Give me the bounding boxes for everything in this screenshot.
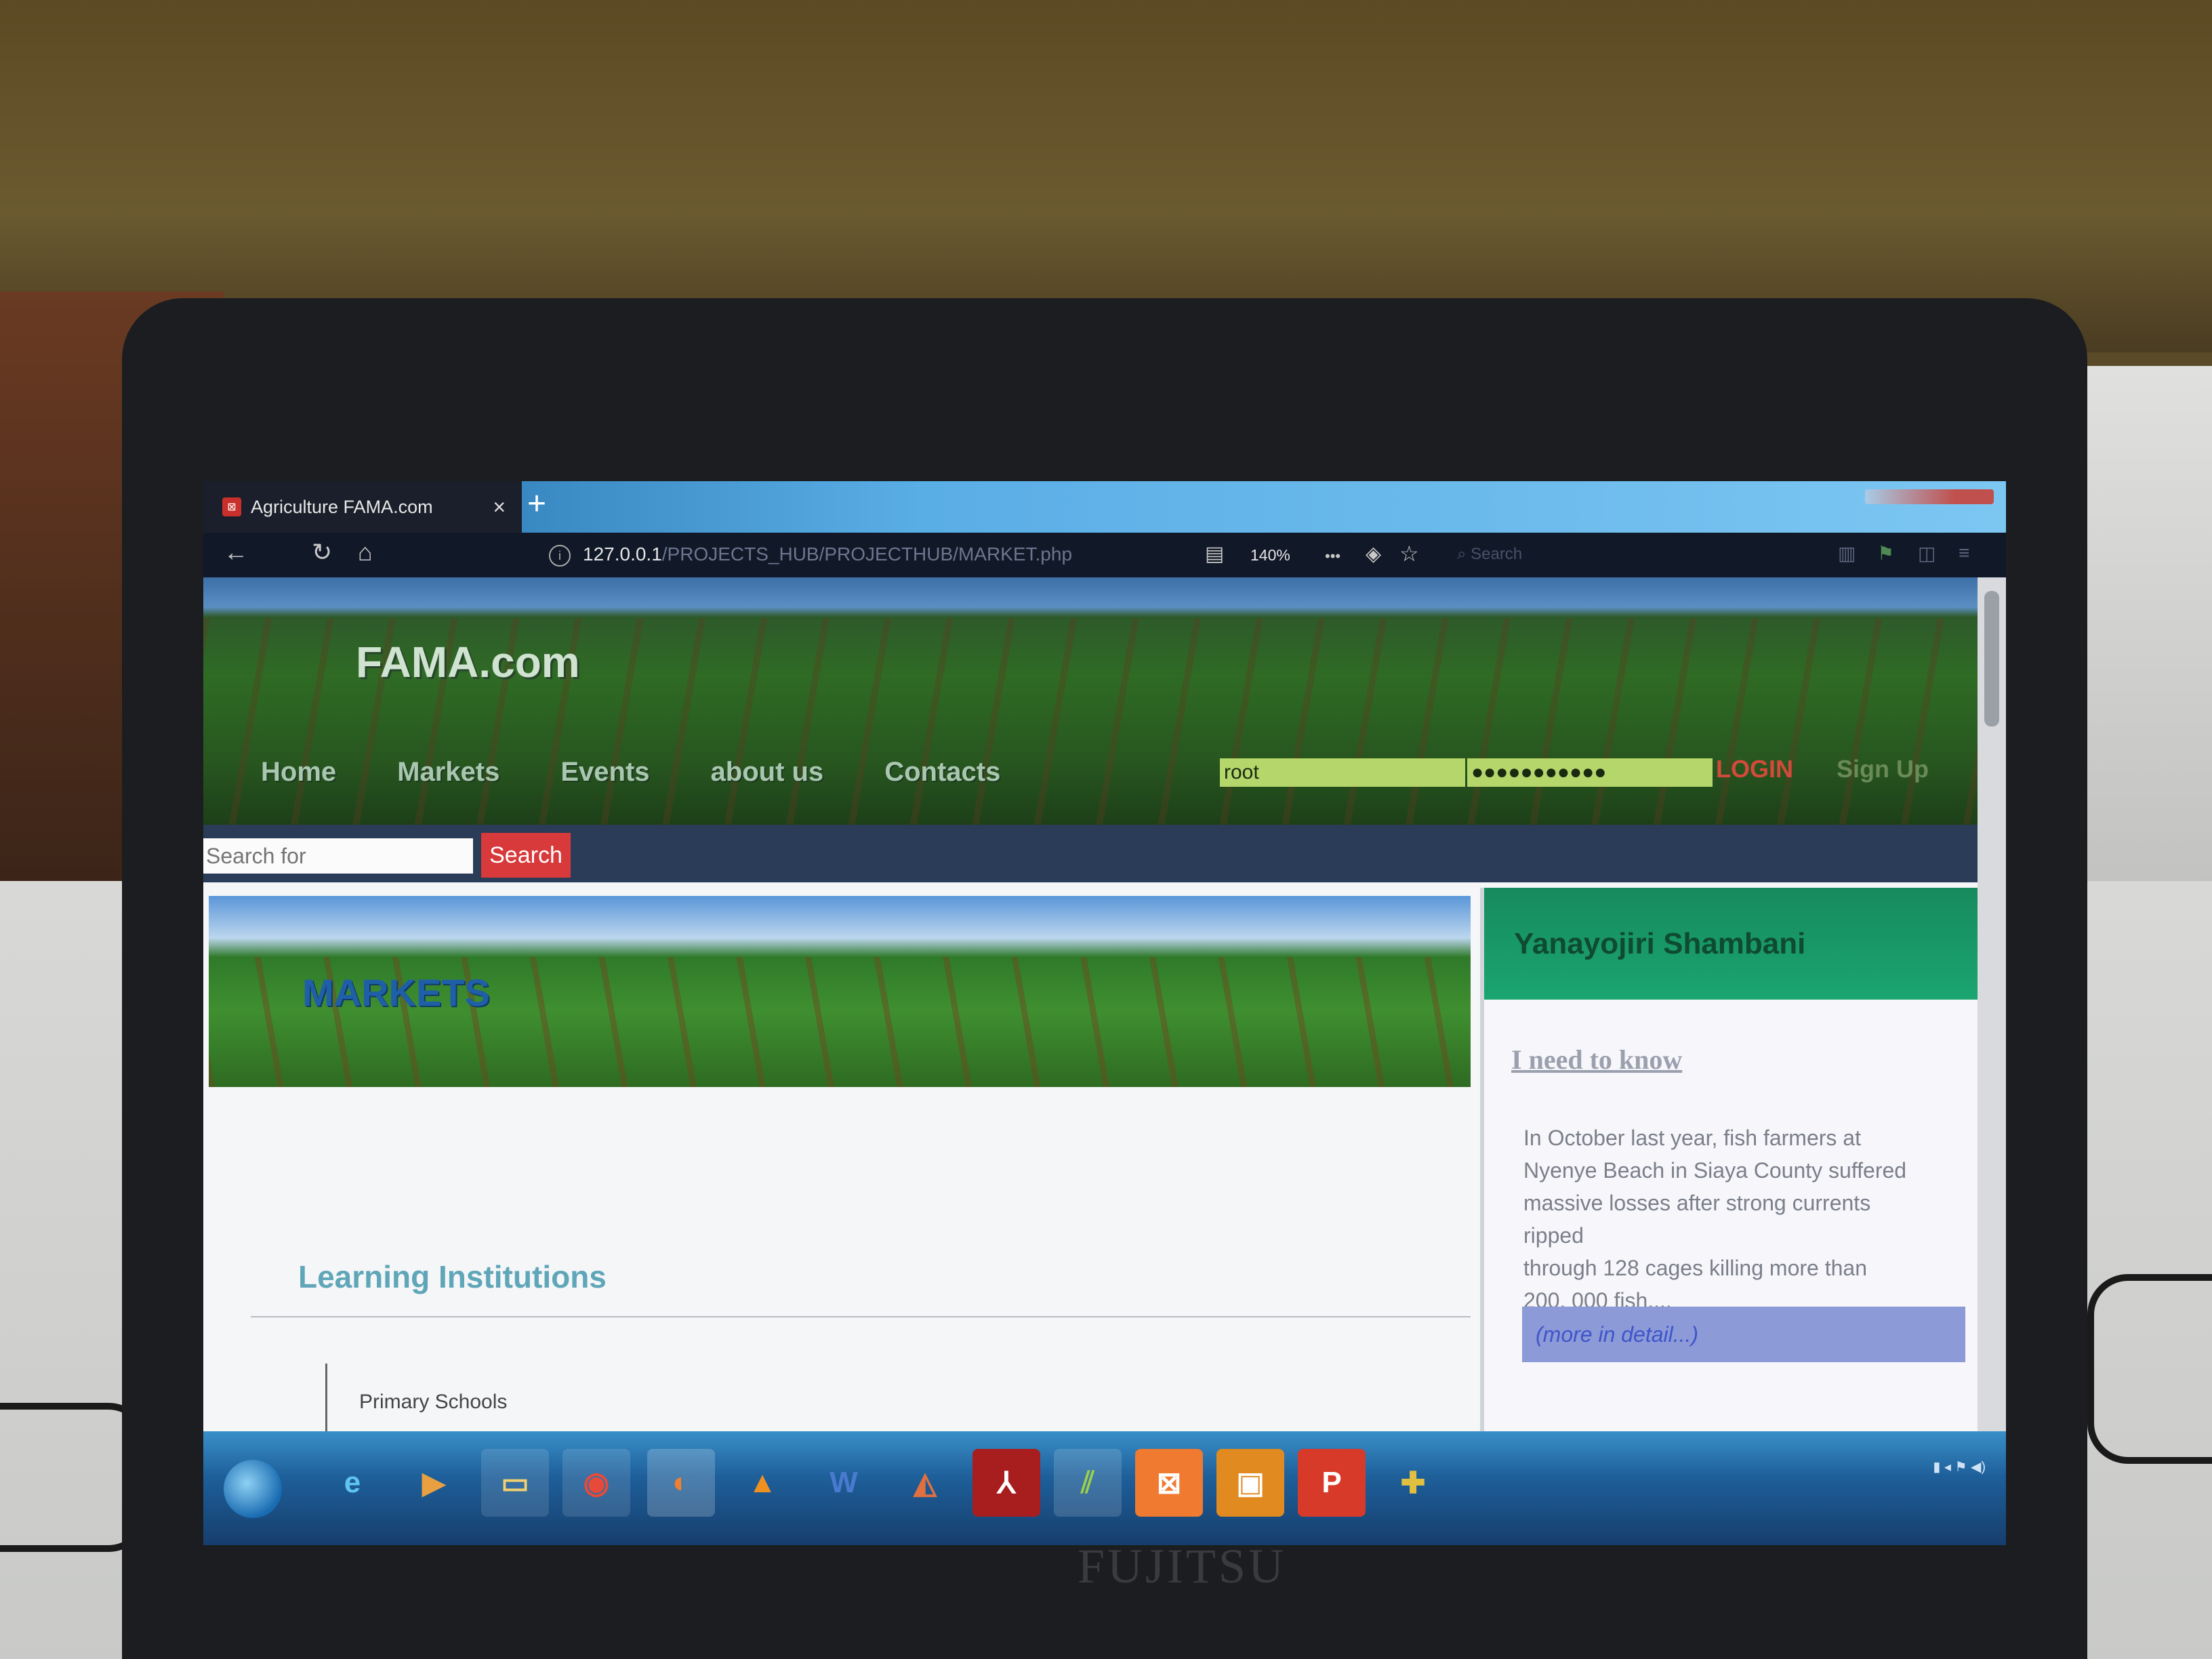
firefox-icon[interactable]: ◐ [647,1449,715,1517]
pocket-icon[interactable]: ◈ [1366,542,1381,566]
matlab-icon[interactable]: ◭ [891,1449,959,1517]
address-bar[interactable]: 127.0.0.1/PROJECTS_HUB/PROJECTHUB/MARKET… [583,544,1072,565]
reader-view-icon[interactable]: ▤ [1205,542,1224,566]
window-controls[interactable] [1865,489,1994,504]
pdf-app-icon[interactable]: P [1298,1449,1366,1517]
xampp-favicon-icon: ⊠ [222,497,241,516]
system-tray[interactable]: ▮ ◂ ⚑ ◀) [1933,1458,1986,1475]
web-page: FAMA.com Home Markets Events about us Co… [203,577,1978,1431]
reload-icon[interactable]: ↻ [312,538,332,567]
browser-tab[interactable]: ⊠ Agriculture FAMA.com × [203,481,522,533]
scrollbar-thumb[interactable] [1984,591,1999,726]
chrome-icon[interactable]: ◉ [562,1449,630,1517]
chart-app-icon[interactable]: ⫽ [1054,1449,1122,1517]
cable-right [2087,1274,2212,1464]
toolbar-search[interactable]: ⌕ Search [1457,545,1522,564]
url-host: 127.0.0.1 [583,544,662,565]
menu-icon[interactable]: ≡ [1959,542,1969,564]
library-icon[interactable]: ▥ [1838,542,1856,565]
sidebar-header: Yanayojiri Shambani [1484,888,1978,1000]
toolbar-search-placeholder: Search [1471,545,1523,563]
list-rule [325,1364,327,1431]
start-button-icon[interactable] [224,1460,282,1518]
tab-title: Agriculture FAMA.com [251,496,433,517]
vlc-icon[interactable]: ▲ [729,1449,796,1517]
news-excerpt: In October last year, fish farmers at Ny… [1523,1126,1907,1313]
nav-home[interactable]: Home [261,757,336,787]
powerpoint-icon[interactable]: ▣ [1216,1449,1284,1517]
file-explorer-icon[interactable]: ▭ [481,1449,549,1517]
nav-markets[interactable]: Markets [397,757,499,787]
page-scrollbar[interactable] [1978,577,2006,1431]
news-sidebar: Yanayojiri Shambani I need to know In Oc… [1480,888,1978,1431]
nav-events[interactable]: Events [560,757,649,787]
close-tab-icon[interactable]: × [493,495,506,520]
bookmark-star-icon[interactable]: ☆ [1399,541,1419,567]
site-logo[interactable]: FAMA.com [356,637,580,687]
windows-taskbar: e ▶ ▭ ◉ ◐ ▲ W ◭ ⅄ ⫽ ⊠ ▣ P ✚ ▮ ◂ ⚑ ◀) [203,1431,2006,1545]
nav-about-us[interactable]: about us [711,757,824,787]
paint-app-icon[interactable]: ✚ [1379,1449,1447,1517]
laptop-brand: FUJITSU [1078,1539,1287,1593]
password-field[interactable] [1467,758,1713,787]
site-header: FAMA.com Home Markets Events about us Co… [203,577,1978,825]
need-to-know-link[interactable]: I need to know [1511,1044,1682,1076]
laptop-screen: ⊠ Agriculture FAMA.com × + ← ↻ ⌂ i 127.0… [203,481,2006,1545]
more-actions-icon[interactable]: ••• [1325,548,1340,565]
login-button[interactable]: LOGIN [1716,755,1793,783]
media-player-icon[interactable]: ▶ [400,1449,468,1517]
url-path: /PROJECTS_HUB/PROJECTHUB/MARKET.php [661,544,1073,565]
sync-icon[interactable]: ◫ [1918,542,1936,565]
new-tab-icon[interactable]: + [527,485,546,523]
sidebar-title: Yanayojiri Shambani [1514,927,1806,960]
markets-banner: MARKETS [209,896,1471,1087]
banner-title: MARKETS [302,971,490,1014]
browser-toolbar: ← ↻ ⌂ i 127.0.0.1/PROJECTS_HUB/PROJECTHU… [203,533,2006,577]
home-icon[interactable]: ⌂ [358,538,373,567]
xampp-icon[interactable]: ⊠ [1135,1449,1203,1517]
section-title: Learning Institutions [298,1259,607,1294]
extension-flag-icon[interactable]: ⚑ [1877,542,1894,565]
internet-explorer-icon[interactable]: e [319,1449,386,1517]
acrobat-icon[interactable]: ⅄ [972,1449,1040,1517]
site-info-icon[interactable]: i [549,545,571,567]
word-icon[interactable]: W [810,1449,878,1517]
nav-contacts[interactable]: Contacts [884,757,1000,787]
username-field[interactable] [1220,758,1465,787]
back-arrow-icon[interactable]: ← [224,538,248,567]
site-search-button[interactable]: Search [481,833,571,878]
signup-link[interactable]: Sign Up [1837,755,1929,783]
search-strip: Search [203,825,1978,882]
more-detail-link[interactable]: (more in detail...) [1522,1307,1965,1362]
list-item-primary-schools[interactable]: Primary Schools [359,1391,507,1414]
browser-tab-bar: ⊠ Agriculture FAMA.com × + [203,481,2006,533]
main-nav: Home Markets Events about us Contacts [261,757,1000,787]
section-divider [251,1316,1471,1317]
site-search-input[interactable] [203,838,473,874]
zoom-level[interactable]: 140% [1250,546,1290,565]
